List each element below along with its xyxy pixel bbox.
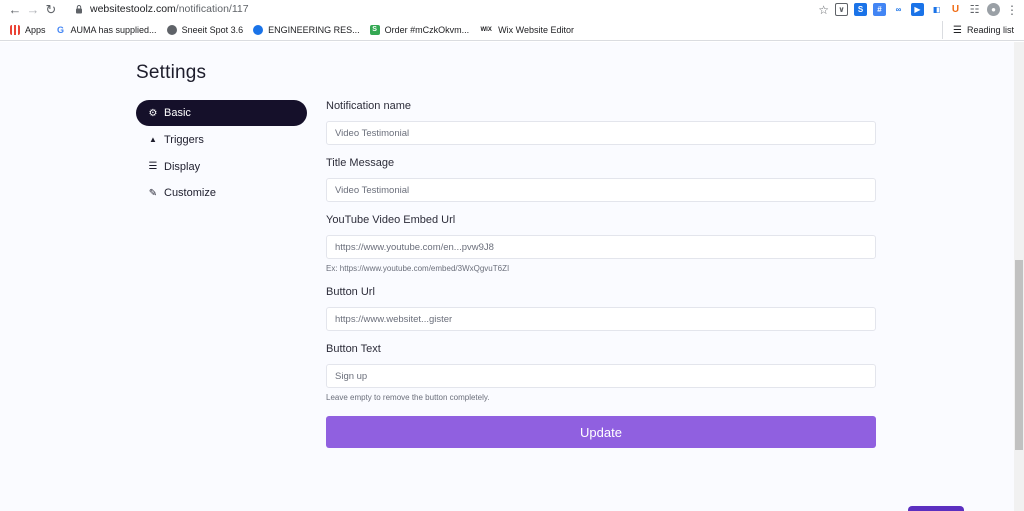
floating-button[interactable] (908, 506, 964, 511)
star-icon[interactable]: ☆ (818, 3, 829, 17)
extension-grid-icon[interactable]: # (873, 3, 886, 16)
extension-vidiq-icon[interactable]: ◧ (930, 3, 943, 16)
pocket-icon[interactable]: ∨ (835, 3, 848, 16)
button-text-group: Button Text Sign up Leave empty to remov… (326, 343, 876, 403)
extension-u-icon[interactable]: U (949, 3, 962, 16)
forward-arrow-icon[interactable]: → (24, 1, 42, 19)
kebab-menu-icon[interactable]: ⋮ (1006, 3, 1018, 17)
notification-name-group: Notification name Video Testimonial (326, 100, 876, 145)
settings-menu: ⚙ Basic ▲ Triggers ☰ Display ✎ Customize (136, 100, 307, 207)
notification-name-label: Notification name (326, 100, 411, 112)
reading-list-label: Reading list (966, 25, 1014, 35)
menu-item-triggers[interactable]: ▲ Triggers (136, 127, 307, 153)
menu-item-label: Triggers (164, 133, 204, 146)
bookmark-engineering[interactable]: ENGINEERING RES... (249, 21, 364, 39)
bookmark-label: AUMA has supplied... (70, 24, 157, 35)
page-content: Settings ⚙ Basic ▲ Triggers ☰ Display ✎ … (0, 42, 1014, 511)
menu-item-label: Basic (164, 107, 191, 119)
settings-form: Notification name Video Testimonial Titl… (326, 100, 876, 448)
compass-icon (253, 24, 264, 35)
address-bar[interactable]: websitestoolz.com/notification/117 (74, 1, 249, 17)
profile-avatar-icon[interactable]: ● (987, 3, 1000, 16)
youtube-url-hint: Ex: https://www.youtube.com/embed/3WxQgv… (326, 264, 510, 273)
reading-list[interactable]: ☰ Reading list (942, 21, 1014, 39)
title-message-input[interactable]: Video Testimonial (326, 178, 876, 202)
bookmark-sneeit[interactable]: Sneeit Spot 3.6 (163, 21, 248, 39)
apps-grid-icon (10, 24, 20, 35)
extensions-row: ☆ ∨ S # ∞ ▶ ◧ U ☷ ● ⋮ (818, 1, 1018, 18)
chevron-up-icon: ▲ (149, 135, 157, 145)
bookmark-apps[interactable]: Apps (6, 21, 50, 39)
button-url-input[interactable]: https://www.websitet...gister (326, 307, 876, 331)
gear-icon: ⚙ (148, 107, 158, 119)
button-text-input[interactable]: Sign up (326, 364, 876, 388)
bookmark-label: ENGINEERING RES... (268, 24, 360, 35)
bookmark-auma[interactable]: G AUMA has supplied... (52, 21, 161, 39)
wix-icon: WIX (479, 24, 494, 35)
button-url-label: Button Url (326, 286, 375, 298)
lock-icon (76, 5, 82, 14)
bookmark-wix[interactable]: WIX Wix Website Editor (475, 21, 578, 39)
bookmark-label: Order #mCzkOkvm... (384, 24, 470, 35)
menu-item-basic[interactable]: ⚙ Basic (136, 100, 307, 126)
button-url-group: Button Url https://www.websitet...gister (326, 286, 876, 331)
reading-list-icon: ☰ (953, 24, 962, 36)
page-scrollbar[interactable] (1014, 42, 1024, 511)
youtube-url-group: YouTube Video Embed Url https://www.yout… (326, 214, 876, 274)
menu-item-customize[interactable]: ✎ Customize (136, 180, 307, 206)
title-message-group: Title Message Video Testimonial (326, 157, 876, 202)
globe-icon (166, 24, 177, 35)
menu-item-display[interactable]: ☰ Display (136, 154, 307, 180)
extension-video-icon[interactable]: ▶ (911, 3, 924, 16)
menu-item-label: Display (164, 160, 201, 173)
bookmark-order[interactable]: S Order #mCzkOkvm... (366, 21, 474, 39)
url-path: /notification/117 (175, 3, 249, 15)
page-title: Settings (136, 62, 207, 83)
brush-icon: ✎ (148, 187, 158, 199)
youtube-url-input[interactable]: https://www.youtube.com/en...pvw9J8 (326, 235, 876, 259)
puzzle-icon[interactable]: ☷ (968, 3, 981, 16)
menu-item-label: Customize (164, 187, 216, 200)
bookmark-label: Wix Website Editor (498, 24, 575, 35)
bars-icon: ☰ (148, 161, 158, 173)
extension-link-icon[interactable]: ∞ (892, 3, 905, 16)
google-icon: G (55, 24, 66, 35)
button-text-label: Button Text (326, 343, 381, 355)
url-host: websitestoolz.com (90, 3, 176, 15)
browser-toolbar: ← → ↻ websitestoolz.com/notification/117… (0, 0, 1024, 19)
bookmark-label: Apps (25, 24, 46, 35)
button-text-hint: Leave empty to remove the button complet… (326, 393, 490, 402)
notification-name-input[interactable]: Video Testimonial (326, 121, 876, 145)
youtube-url-label: YouTube Video Embed Url (326, 214, 456, 226)
update-button[interactable]: Update (326, 416, 876, 448)
extension-blue-icon[interactable]: S (854, 3, 867, 16)
bookmarks-bar: Apps G AUMA has supplied... Sneeit Spot … (0, 19, 1024, 41)
reload-icon[interactable]: ↻ (42, 1, 60, 19)
shopify-icon: S (369, 24, 380, 35)
bookmark-label: Sneeit Spot 3.6 (181, 24, 244, 35)
title-message-label: Title Message (326, 157, 395, 169)
back-arrow-icon[interactable]: ← (6, 1, 24, 19)
scrollbar-thumb[interactable] (1015, 260, 1023, 450)
